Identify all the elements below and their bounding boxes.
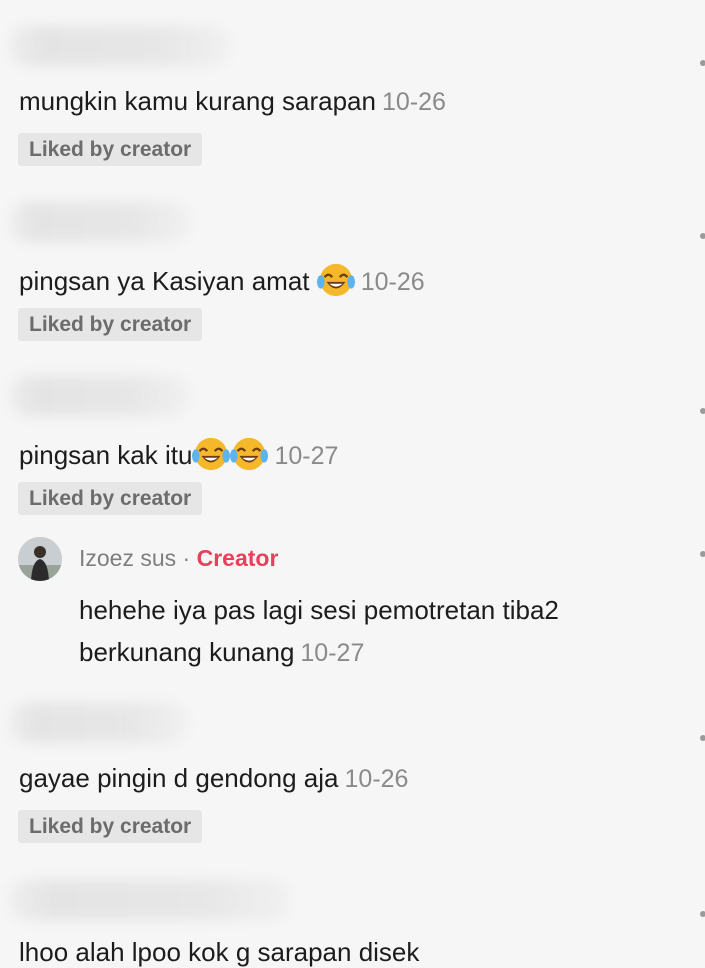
comment-body: lhoo alah lpoo kok g sarapan disek [19, 937, 420, 967]
reply-separator: · [182, 545, 191, 571]
reply-username[interactable]: Izoez sus [79, 545, 176, 571]
comment-body: pingsan kak itu [19, 440, 193, 470]
blurred-username [8, 376, 190, 416]
reply-text: hehehe iya pas lagi sesi pemotretan tiba… [79, 589, 679, 674]
comment-date: 10-26 [360, 268, 425, 296]
liked-by-creator-badge: Liked by creator [18, 482, 203, 515]
comment-date: 10-26 [344, 765, 409, 793]
comment-body: mungkin kamu kurang sarapan [19, 86, 376, 116]
face-with-tears-of-joy-icon [192, 437, 231, 471]
like-button-edge[interactable] [700, 551, 705, 557]
like-button-edge[interactable] [700, 60, 705, 66]
blurred-username [8, 26, 230, 66]
like-button-edge[interactable] [700, 233, 705, 239]
comment-text: gayae pingin d gendong aja 10-26 [19, 762, 408, 795]
liked-by-creator-badge: Liked by creator [18, 308, 203, 341]
avatar[interactable] [18, 537, 62, 581]
comment-text: pingsan kak itu 10-27 [19, 435, 338, 473]
comment-date: 10-26 [381, 88, 446, 116]
reply-header: Izoez sus · Creator [79, 544, 278, 572]
avatar-image [18, 537, 62, 581]
blurred-username [8, 880, 290, 920]
comment-text: lhoo alah lpoo kok g sarapan disek [19, 936, 419, 968]
creator-badge: Creator [196, 545, 279, 571]
like-button-edge[interactable] [700, 735, 705, 741]
blurred-username [8, 202, 190, 242]
like-button-edge[interactable] [700, 408, 705, 414]
comment-text: pingsan ya Kasiyan amat 10-26 [19, 261, 425, 299]
liked-by-creator-badge: Liked by creator [18, 810, 203, 843]
like-button-edge[interactable] [700, 911, 705, 917]
face-with-tears-of-joy-icon [316, 263, 355, 297]
comment-text: mungkin kamu kurang sarapan 10-26 [19, 85, 446, 118]
comment-date: 10-27 [274, 442, 339, 470]
comment-body: gayae pingin d gendong aja [19, 763, 339, 793]
comment-body: pingsan ya Kasiyan amat [19, 266, 310, 296]
blurred-username [8, 703, 188, 743]
face-with-tears-of-joy-icon [230, 437, 269, 471]
reply-date: 10-27 [300, 639, 365, 667]
liked-by-creator-badge: Liked by creator [18, 133, 203, 166]
